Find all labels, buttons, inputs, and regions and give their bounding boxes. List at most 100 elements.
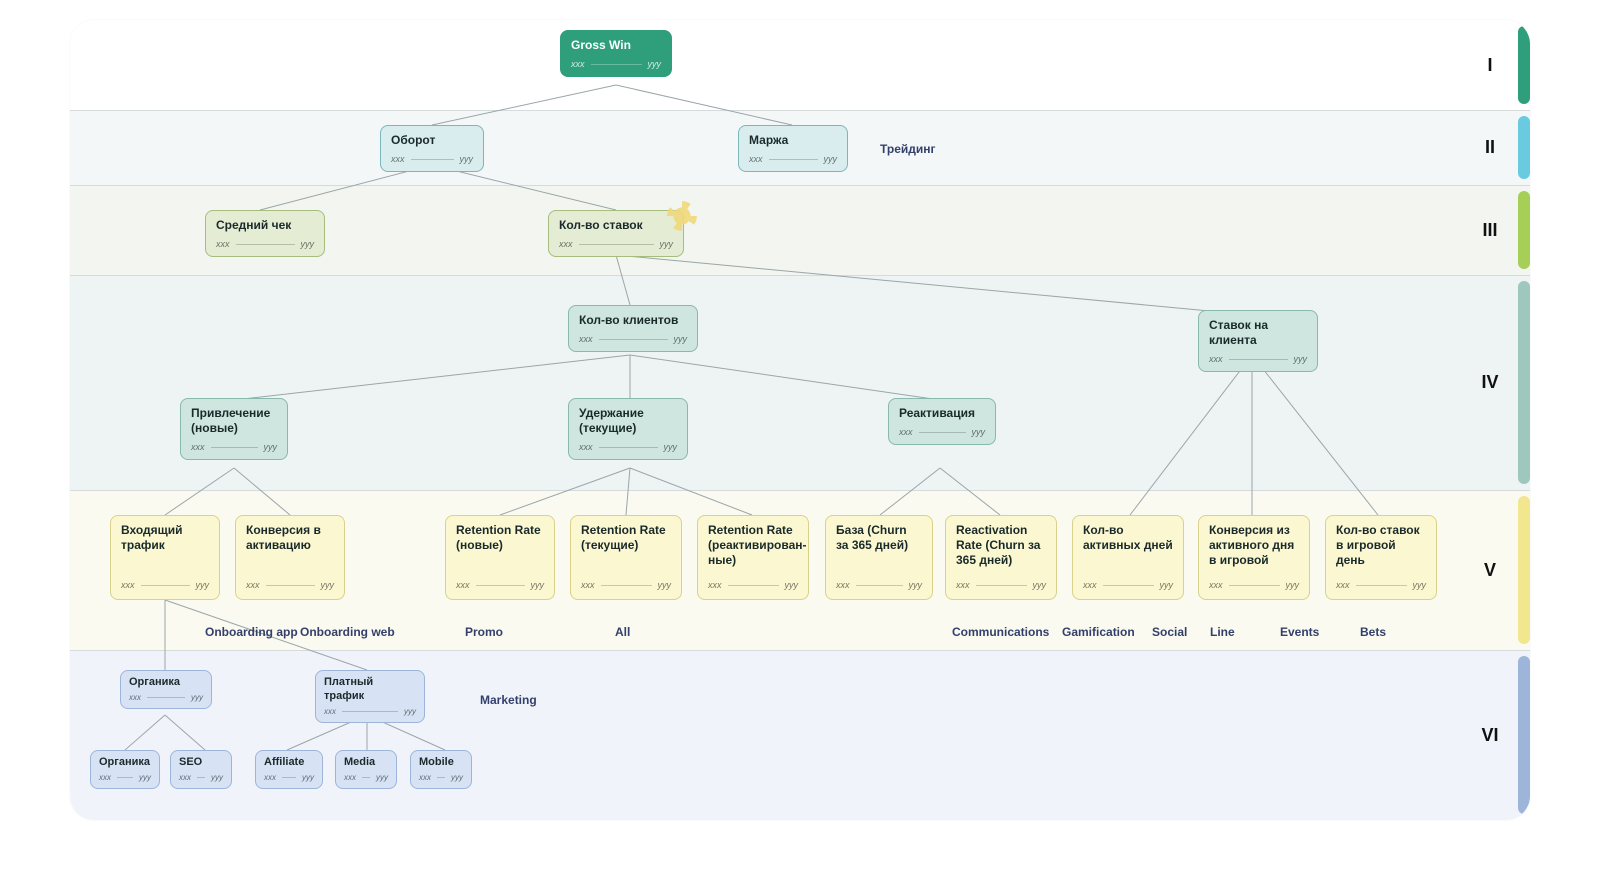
- node-title: Кол-во клиентов: [579, 313, 687, 328]
- label-events: Events: [1280, 625, 1319, 639]
- node-rr-react: Retention Rate (реактивирован-ные) xxxyy…: [697, 515, 809, 600]
- node-placeholder: xxxyyy: [456, 580, 544, 591]
- divider: [70, 490, 1530, 491]
- band-4: [70, 275, 1530, 490]
- label-onboarding-app: Onboarding app: [205, 625, 298, 639]
- node-placeholder: xxxyyy: [579, 442, 677, 453]
- node-avg-check: Средний чек xxxyyy: [205, 210, 325, 257]
- node-rr-current: Retention Rate (текущие) xxxyyy: [570, 515, 682, 600]
- node-mobile: Mobile xxxyyy: [410, 750, 472, 789]
- node-title: Media: [344, 756, 388, 770]
- label-line: Line: [1210, 625, 1235, 639]
- divider: [70, 185, 1530, 186]
- node-clients: Кол-во клиентов xxxyyy: [568, 305, 698, 352]
- node-placeholder: xxxyyy: [899, 427, 985, 438]
- node-placeholder: xxxyyy: [324, 707, 416, 717]
- label-marketing: Marketing: [480, 693, 537, 707]
- node-retention: Удержание (текущие) xxxyyy: [568, 398, 688, 460]
- level-label-3: III: [1450, 185, 1530, 275]
- node-placeholder: xxxyyy: [559, 239, 673, 250]
- node-active-days: Кол-во активных дней xxxyyy: [1072, 515, 1184, 600]
- band-6: [70, 650, 1530, 820]
- label-communications: Communications: [952, 625, 1049, 639]
- node-placeholder: xxxyyy: [216, 239, 314, 250]
- node-placeholder: xxxyyy: [1209, 354, 1307, 365]
- node-placeholder: xxxyyy: [419, 773, 463, 783]
- node-react-rate: Reactivation Rate (Churn за 365 дней) xx…: [945, 515, 1057, 600]
- node-placeholder: xxxyyy: [749, 154, 837, 165]
- node-bets-per-client: Ставок на клиента xxxyyy: [1198, 310, 1318, 372]
- node-title: База (Churn за 365 дней): [836, 523, 922, 553]
- node-title: Привлечение (новые): [191, 406, 277, 436]
- node-seo: SEO xxxyyy: [170, 750, 232, 789]
- node-title: Retention Rate (реактивирован-ные): [708, 523, 798, 568]
- node-title: Gross Win: [571, 38, 661, 53]
- node-reactivation: Реактивация xxxyyy: [888, 398, 996, 445]
- label-gamification: Gamification: [1062, 625, 1135, 639]
- divider: [70, 275, 1530, 276]
- node-placeholder: xxxyyy: [264, 773, 314, 783]
- node-title: Кол-во ставок: [559, 218, 673, 233]
- node-base: База (Churn за 365 дней) xxxyyy: [825, 515, 933, 600]
- node-title: Органика: [129, 676, 203, 690]
- level-label-1: I: [1450, 20, 1530, 110]
- level-label-2: II: [1450, 110, 1530, 185]
- label-trading: Трейдинг: [880, 142, 936, 156]
- label-onboarding-web: Onboarding web: [300, 625, 395, 639]
- node-title: Reactivation Rate (Churn за 365 дней): [956, 523, 1046, 568]
- node-placeholder: xxxyyy: [1083, 580, 1173, 591]
- node-placeholder: xxxyyy: [708, 580, 798, 591]
- node-placeholder: xxxyyy: [1209, 580, 1299, 591]
- node-placeholder: xxxyyy: [579, 334, 687, 345]
- node-placeholder: xxxyyy: [191, 442, 277, 453]
- node-title: Средний чек: [216, 218, 314, 233]
- node-placeholder: xxxyyy: [836, 580, 922, 591]
- node-placeholder: xxxyyy: [1336, 580, 1426, 591]
- node-organic: Органика xxxyyy: [120, 670, 212, 709]
- node-title: Ставок на клиента: [1209, 318, 1307, 348]
- node-gross-win: Gross Win xxxyyy: [560, 30, 672, 77]
- level-label-6: VI: [1450, 650, 1530, 820]
- node-placeholder: xxxyyy: [581, 580, 671, 591]
- node-title: Входящий трафик: [121, 523, 209, 553]
- node-placeholder: xxxyyy: [179, 773, 223, 783]
- node-affiliate: Affiliate xxxyyy: [255, 750, 323, 789]
- node-rr-new: Retention Rate (новые) xxxyyy: [445, 515, 555, 600]
- node-title: Оборот: [391, 133, 473, 148]
- star-icon: [667, 201, 697, 231]
- node-placeholder: xxxyyy: [956, 580, 1046, 591]
- node-title: Retention Rate (текущие): [581, 523, 671, 553]
- divider: [70, 650, 1530, 651]
- node-title: Органика: [99, 756, 151, 770]
- node-paid-traffic: Платный трафик xxxyyy: [315, 670, 425, 723]
- node-title: Платный трафик: [324, 676, 416, 704]
- node-conv-activation: Конверсия в активацию xxxyyy: [235, 515, 345, 600]
- node-turnover: Оборот xxxyyy: [380, 125, 484, 172]
- label-social: Social: [1152, 625, 1187, 639]
- label-promo: Promo: [465, 625, 503, 639]
- node-placeholder: xxxyyy: [246, 580, 334, 591]
- node-title: Кол-во ставок в игровой день: [1336, 523, 1426, 568]
- node-title: Mobile: [419, 756, 463, 770]
- level-label-5: V: [1450, 490, 1530, 650]
- node-title: Удержание (текущие): [579, 406, 677, 436]
- node-placeholder: xxxyyy: [391, 154, 473, 165]
- node-title: Маржа: [749, 133, 837, 148]
- node-title: Кол-во активных дней: [1083, 523, 1173, 553]
- node-bets-gameday: Кол-во ставок в игровой день xxxyyy: [1325, 515, 1437, 600]
- node-bet-count: Кол-во ставок xxxyyy: [548, 210, 684, 257]
- node-margin: Маржа xxxyyy: [738, 125, 848, 172]
- node-placeholder: xxxyyy: [129, 693, 203, 703]
- node-conv-gameday: Конверсия из активного дня в игровой xxx…: [1198, 515, 1310, 600]
- node-title: Конверсия из активного дня в игровой: [1209, 523, 1299, 568]
- node-title: SEO: [179, 756, 223, 770]
- node-placeholder: xxxyyy: [99, 773, 151, 783]
- node-organic-leaf: Органика xxxyyy: [90, 750, 160, 789]
- node-acquisition: Привлечение (новые) xxxyyy: [180, 398, 288, 460]
- level-gutter: I II III IV V VI: [1450, 20, 1530, 820]
- divider: [70, 110, 1530, 111]
- node-placeholder: xxxyyy: [571, 59, 661, 70]
- level-label-4: IV: [1450, 275, 1530, 490]
- node-incoming-traffic: Входящий трафик xxxyyy: [110, 515, 220, 600]
- node-media: Media xxxyyy: [335, 750, 397, 789]
